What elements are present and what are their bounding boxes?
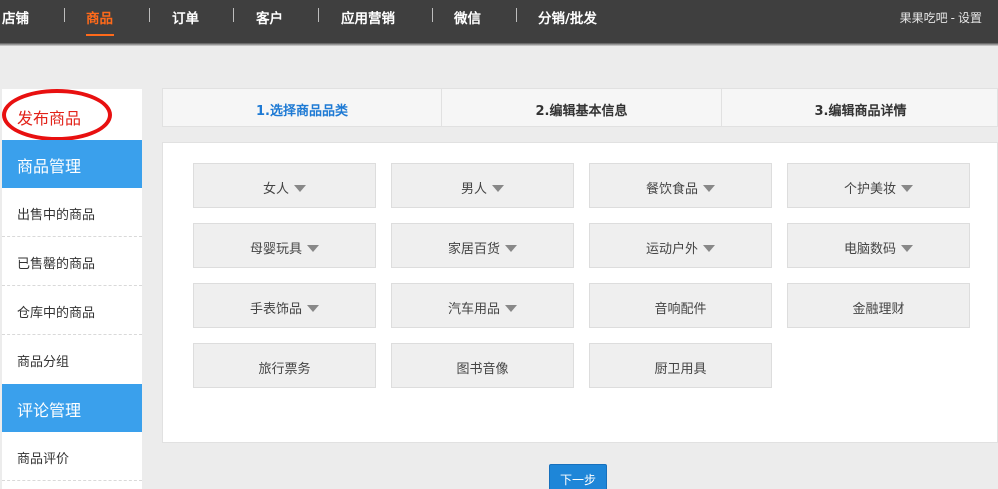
sidebar-item-product-groups[interactable]: 商品分组 [2,335,142,384]
category-label: 母婴玩具 [249,242,302,257]
category-travel[interactable]: 旅行票务 [193,343,376,388]
topbar-shadow [0,42,998,46]
category-label: 男人 [460,182,487,197]
sidebar-item-on-sale[interactable]: 出售中的商品 [2,188,142,237]
category-kitchen[interactable]: 厨卫用具 [589,343,772,388]
category-women[interactable]: 女人 [193,163,376,208]
category-label: 餐饮食品 [645,182,698,197]
dropdown-arrow-icon [901,185,913,192]
nav-item-wechat[interactable]: 微信 [454,7,481,27]
step-edit-basic-info[interactable]: 2.编辑基本信息 [442,89,721,126]
nav-item-distribution[interactable]: 分销/批发 [538,7,597,27]
dropdown-arrow-icon [703,245,715,252]
sidebar: 发布商品 商品管理 出售中的商品 已售罄的商品 仓库中的商品 商品分组 评论管理… [2,89,142,489]
user-name-link[interactable]: 果果吃吧 [900,11,948,25]
category-home[interactable]: 家居百货 [391,223,574,268]
dropdown-arrow-icon [505,245,517,252]
dropdown-arrow-icon [307,305,319,312]
nav-separator [64,8,65,22]
dropdown-arrow-icon [492,185,504,192]
dropdown-arrow-icon [307,245,319,252]
sidebar-group-review-management: 评论管理 [2,384,142,432]
category-food[interactable]: 餐饮食品 [589,163,772,208]
nav-separator [233,8,234,22]
nav-item-orders[interactable]: 订单 [172,7,199,27]
user-links: 果果吃吧 - 设置 [900,9,982,26]
category-label: 汽车用品 [447,302,500,317]
nav-separator [149,8,150,22]
publish-product-link[interactable]: 发布商品 [2,89,142,141]
sidebar-item-warehouse[interactable]: 仓库中的商品 [2,286,142,335]
category-finance[interactable]: 金融理财 [787,283,970,328]
dropdown-arrow-icon [294,185,306,192]
step-select-category[interactable]: 1.选择商品品类 [163,89,441,126]
category-label: 金融理财 [852,302,905,317]
category-audio[interactable]: 音响配件 [589,283,772,328]
user-link-separator: - [950,11,955,25]
category-auto[interactable]: 汽车用品 [391,283,574,328]
sidebar-item-sold-out[interactable]: 已售罄的商品 [2,237,142,286]
category-label: 图书音像 [456,362,509,377]
nav-separator [516,8,517,22]
category-panel: 女人 男人 餐饮食品 个护美妆 母婴玩具 家居百货 运动户外 电脑数码 手表饰品… [162,142,998,443]
next-step-button[interactable]: 下一步 [549,464,607,489]
category-men[interactable]: 男人 [391,163,574,208]
top-navigation-bar: 店铺 商品 订单 客户 应用营销 微信 分销/批发 果果吃吧 - 设置 [0,0,998,42]
category-baby-toys[interactable]: 母婴玩具 [193,223,376,268]
category-label: 电脑数码 [843,242,896,257]
category-electronics[interactable]: 电脑数码 [787,223,970,268]
category-label: 家居百货 [447,242,500,257]
category-label: 厨卫用具 [654,362,707,377]
dropdown-arrow-icon [505,305,517,312]
category-label: 手表饰品 [249,302,302,317]
sidebar-item-product-reviews[interactable]: 商品评价 [2,432,142,481]
nav-item-products[interactable]: 商品 [86,7,113,27]
category-label: 个护美妆 [843,182,896,197]
nav-item-customers[interactable]: 客户 [256,7,283,27]
highlight-circle [2,89,112,141]
category-beauty[interactable]: 个护美妆 [787,163,970,208]
dropdown-arrow-icon [901,245,913,252]
dropdown-arrow-icon [703,185,715,192]
category-sports[interactable]: 运动户外 [589,223,772,268]
nav-separator [318,8,319,22]
step-indicator: 1.选择商品品类 2.编辑基本信息 3.编辑商品详情 [162,88,998,127]
step-edit-details[interactable]: 3.编辑商品详情 [722,89,998,126]
settings-link[interactable]: 设置 [958,11,982,25]
category-label: 运动户外 [645,242,698,257]
nav-active-underline [86,34,114,36]
sidebar-group-product-management: 商品管理 [2,140,142,188]
category-watches-jewelry[interactable]: 手表饰品 [193,283,376,328]
category-label: 旅行票务 [258,362,311,377]
category-label: 音响配件 [654,302,707,317]
category-label: 女人 [262,182,289,197]
nav-item-marketing[interactable]: 应用营销 [341,7,395,27]
nav-separator [432,8,433,22]
category-books[interactable]: 图书音像 [391,343,574,388]
nav-item-store[interactable]: 店铺 [2,7,29,27]
